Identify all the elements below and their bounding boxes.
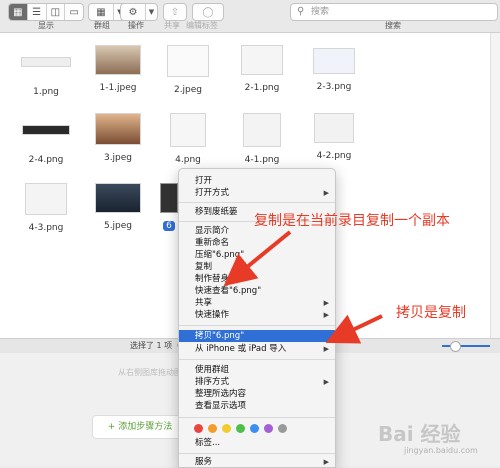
watermark-url: jingyan.baidu.com xyxy=(404,446,478,455)
copy-annotation: 拷贝是复制 xyxy=(396,305,466,321)
duplicate-annotation: 复制是在当前录目复制一个副本 xyxy=(254,213,450,229)
copy-arrow xyxy=(325,314,383,344)
annotation-arrows xyxy=(223,230,383,344)
duplicate-arrow xyxy=(223,230,292,287)
baidu-watermark-logo: Bai 经验 xyxy=(378,422,461,446)
